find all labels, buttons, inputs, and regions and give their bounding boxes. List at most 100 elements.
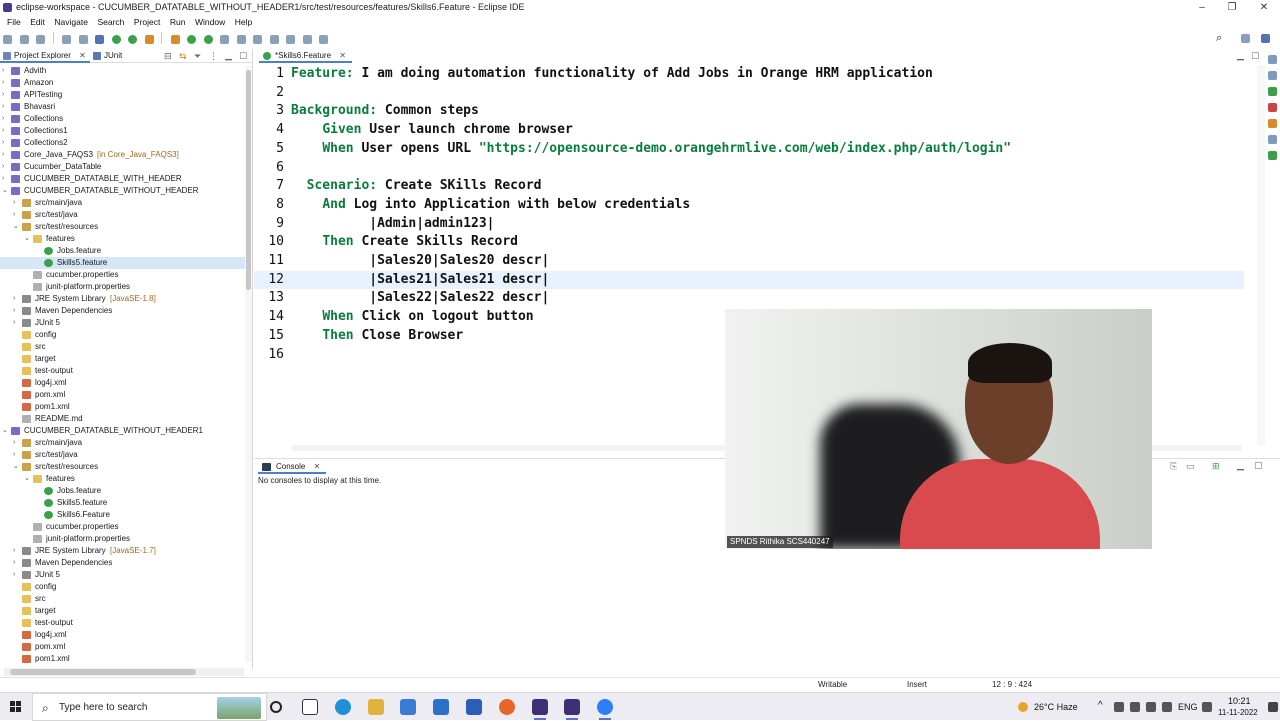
editor-tab-skills6[interactable]: *Skills6.Feature ✕ [259, 49, 352, 63]
tree-item[interactable]: › JUnit 5 [0, 317, 245, 329]
minimize-view-icon[interactable]: ▁ [225, 50, 232, 61]
mail-icon[interactable] [433, 699, 449, 715]
chevron-right-icon[interactable]: › [2, 125, 9, 137]
chevron-right-icon[interactable]: › [2, 89, 9, 101]
new-icon[interactable] [3, 35, 12, 44]
language-indicator[interactable]: ENG [1178, 702, 1198, 712]
battery-icon[interactable] [1146, 702, 1156, 712]
menu-file[interactable]: File [7, 15, 21, 29]
chevron-right-icon[interactable]: › [2, 173, 9, 185]
tab-console[interactable]: Console ✕ [258, 460, 327, 474]
tree-item[interactable]: › JRE System Library [JavaSE-1.7] [0, 545, 245, 557]
open-type-icon[interactable] [220, 35, 230, 44]
tree-item[interactable]: › Collections [0, 113, 245, 125]
run-config-icon[interactable] [1268, 151, 1277, 160]
editor-vertical-scrollbar[interactable] [1257, 65, 1265, 445]
tree-item[interactable]: › Collections1 [0, 125, 245, 137]
tree-item[interactable]: Skills5.feature [0, 257, 245, 269]
clock-date[interactable]: 11-11-2022 [1218, 708, 1258, 717]
tree-item[interactable]: › Collections2 [0, 137, 245, 149]
chevron-down-icon[interactable]: ⌄ [24, 233, 31, 245]
chevron-right-icon[interactable]: › [13, 293, 20, 305]
display-console-icon[interactable]: ▭ [1186, 461, 1195, 472]
tree-item[interactable]: junit-platform.properties [0, 533, 245, 545]
problems-icon[interactable] [1268, 103, 1277, 112]
perspective-icon[interactable] [1241, 34, 1250, 43]
menu-edit[interactable]: Edit [30, 15, 45, 29]
tree-item[interactable]: ⌄ src/test/resources [0, 221, 245, 233]
tree-item[interactable]: log4j.xml [0, 629, 245, 641]
new-package-icon[interactable] [187, 35, 197, 44]
debug-icon[interactable] [95, 35, 105, 44]
menu-window[interactable]: Window [195, 15, 225, 29]
java-perspective-icon[interactable] [1261, 34, 1270, 43]
next-annotation-icon[interactable] [253, 35, 263, 44]
coverage-icon[interactable] [128, 35, 138, 44]
tree-vertical-scrollbar[interactable] [245, 66, 252, 662]
external-tools-icon[interactable] [144, 35, 154, 44]
maximize-console-icon[interactable]: ▢ [1254, 460, 1263, 471]
close-icon[interactable]: ✕ [314, 462, 321, 471]
code-line[interactable]: 13 |Sales22|Sales22 descr| [254, 289, 1244, 307]
tree-item[interactable]: target [0, 353, 245, 365]
chevron-right-icon[interactable]: › [13, 545, 20, 557]
tree-item[interactable]: › src/test/java [0, 209, 245, 221]
chevron-down-icon[interactable]: ⌄ [2, 185, 9, 197]
new-java-project-icon[interactable] [170, 35, 180, 44]
maximize-editor-icon[interactable]: ▢ [1251, 50, 1260, 61]
tree-item[interactable]: test-output [0, 365, 245, 377]
restore-button[interactable]: ❐ [1216, 0, 1248, 15]
tree-item[interactable]: Jobs.feature [0, 485, 245, 497]
tree-item[interactable]: pom.xml [0, 389, 245, 401]
chevron-right-icon[interactable]: › [2, 101, 9, 113]
task-view-icon[interactable] [302, 699, 318, 715]
taskbar-search-box[interactable]: ⌕ Type here to search [32, 693, 267, 721]
close-icon[interactable]: ✕ [339, 51, 346, 60]
zoom-icon[interactable] [597, 699, 613, 720]
tree-item[interactable]: log4j.xml [0, 377, 245, 389]
file-explorer-icon[interactable] [368, 699, 384, 715]
tree-item[interactable]: › JUnit 5 [0, 569, 245, 581]
close-window-button[interactable]: ✕ [1248, 0, 1280, 15]
bookmark-icon[interactable] [1268, 87, 1277, 96]
volume-icon[interactable] [1130, 702, 1140, 712]
collapse-all-icon[interactable]: ⊟ [164, 51, 172, 62]
tree-item[interactable]: › Bhavasri [0, 101, 245, 113]
tree-item[interactable]: ⌄ CUCUMBER_DATATABLE_WITHOUT_HEADER [0, 185, 245, 197]
code-line[interactable]: 12 |Sales21|Sales21 descr| [254, 270, 1244, 289]
javadoc-icon[interactable] [1268, 119, 1277, 128]
tree-item[interactable]: pom1.xml [0, 653, 245, 665]
code-line[interactable]: 8 And Log into Application with below cr… [254, 196, 1244, 214]
minimize-button[interactable]: – [1186, 0, 1218, 15]
chevron-right-icon[interactable]: › [2, 65, 9, 77]
tree-item[interactable]: Skills6.Feature [0, 509, 245, 521]
filter-icon[interactable]: ⏷ [194, 51, 201, 62]
minimize-console-icon[interactable]: ▁ [1237, 460, 1244, 471]
pin-console-icon[interactable]: ⎘ [1170, 461, 1177, 472]
tree-item[interactable]: › JRE System Library [JavaSE-1.8] [0, 293, 245, 305]
pin-editor-icon[interactable] [319, 35, 329, 44]
tree-item[interactable]: › src/main/java [0, 197, 245, 209]
view-menu-icon[interactable]: ⋮ [209, 51, 218, 62]
firefox-icon[interactable] [499, 699, 515, 715]
search-icon[interactable]: ⌕ [1216, 32, 1222, 45]
tree-item[interactable]: pom.xml [0, 641, 245, 653]
chevron-down-icon[interactable]: ⌄ [2, 425, 9, 437]
close-icon[interactable]: ✕ [79, 51, 86, 60]
weather-text[interactable]: 26°C Haze [1034, 702, 1078, 712]
code-line[interactable]: 6 [254, 159, 1244, 177]
chevron-right-icon[interactable]: › [2, 77, 9, 89]
chevron-up-icon[interactable]: ^ [1098, 700, 1103, 711]
code-line[interactable]: 4 Given User launch chrome browser [254, 121, 1244, 139]
save-icon[interactable] [19, 35, 29, 44]
eclipse-taskbar-icon-2[interactable] [564, 699, 580, 720]
prev-annotation-icon[interactable] [269, 35, 279, 44]
menu-help[interactable]: Help [235, 15, 252, 29]
scrollbar-thumb[interactable] [246, 70, 251, 290]
tree-item[interactable]: › CUCUMBER_DATATABLE_WITH_HEADER [0, 173, 245, 185]
insert-mode-status[interactable]: Insert [907, 678, 927, 691]
chevron-down-icon[interactable]: ⌄ [24, 473, 31, 485]
word-icon[interactable] [466, 699, 482, 715]
store-icon[interactable] [400, 699, 416, 715]
tree-item[interactable]: cucumber.properties [0, 521, 245, 533]
